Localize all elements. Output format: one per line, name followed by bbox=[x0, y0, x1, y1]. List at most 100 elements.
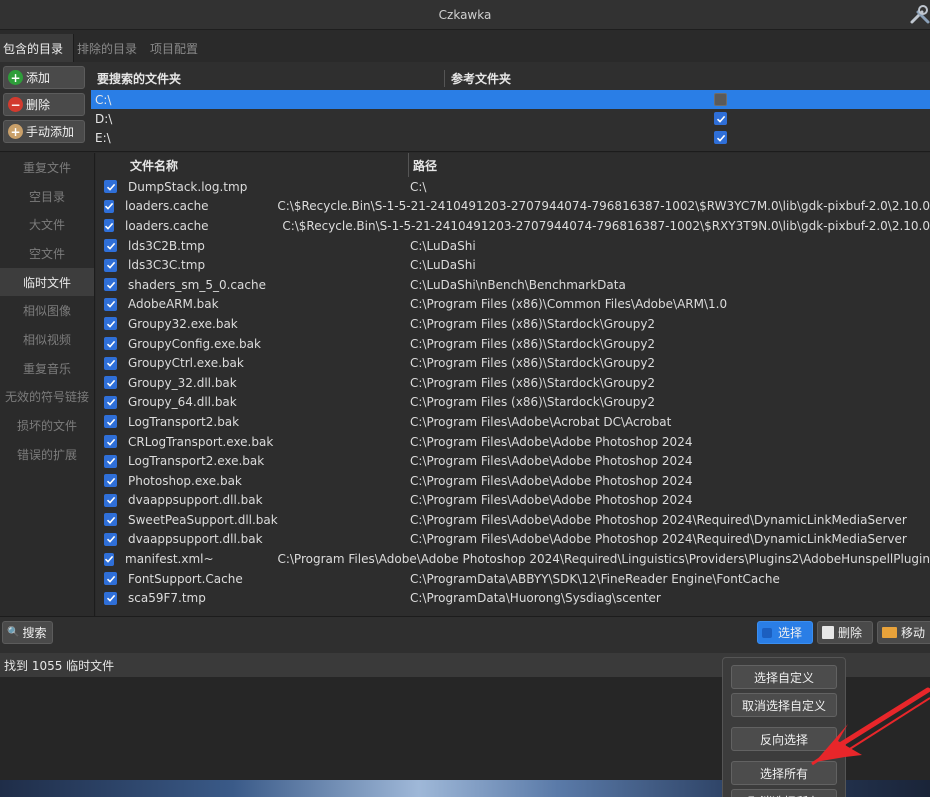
result-path: C:\Program Files\Adobe\Adobe Photoshop 2… bbox=[410, 473, 693, 488]
result-file-name: sca59F7.tmp bbox=[128, 591, 206, 606]
directory-buttons: + 添加 − 删除 + 手动添加 bbox=[3, 66, 85, 147]
result-checkbox[interactable] bbox=[104, 199, 114, 213]
tab-item-configuration[interactable]: 项目配置 bbox=[147, 34, 208, 62]
tab-included-directories[interactable]: 包含的目录 bbox=[0, 34, 75, 62]
result-row[interactable]: shaders_sm_5_0.cache C:\LuDaShi\nBench\Be… bbox=[96, 275, 930, 295]
result-path: C:\Program Files\Adobe\Adobe Photoshop 2… bbox=[410, 532, 907, 547]
directory-table-header: 要搜索的文件夹 参考文件夹 bbox=[91, 66, 930, 90]
result-file-name: lds3C2B.tmp bbox=[128, 238, 205, 253]
result-row[interactable]: lds3C3C.tmp C:\LuDaShi bbox=[96, 255, 930, 275]
result-checkbox[interactable] bbox=[104, 297, 117, 311]
result-row[interactable]: FontSupport.Cache C:\ProgramData\ABBYY\SD… bbox=[96, 569, 930, 589]
result-row[interactable]: manifest.xml~ C:\Program Files\Adobe\Adob… bbox=[96, 549, 930, 569]
result-checkbox[interactable] bbox=[104, 493, 117, 507]
result-checkbox[interactable] bbox=[104, 376, 117, 390]
result-row[interactable]: dvaappsupport.dll.bak C:\Program Files\Ad… bbox=[96, 491, 930, 511]
result-checkbox[interactable] bbox=[104, 356, 117, 370]
result-checkbox[interactable] bbox=[104, 415, 117, 429]
result-checkbox[interactable] bbox=[104, 278, 117, 292]
sidebar-item-invalid-symlinks[interactable]: 无效的符号链接 bbox=[0, 383, 94, 412]
result-file-name: GroupyCtrl.exe.bak bbox=[128, 356, 244, 371]
delete-button-label: 删除 bbox=[838, 626, 863, 640]
search-folder-column-header[interactable]: 要搜索的文件夹 bbox=[91, 69, 445, 87]
folder-icon bbox=[882, 627, 897, 638]
result-row[interactable]: Photoshop.exe.bak C:\Program Files\Adobe\… bbox=[96, 471, 930, 491]
sidebar-item-similar-videos[interactable]: 相似视频 bbox=[0, 325, 94, 354]
result-row[interactable]: Groupy_64.dll.bak C:\Program Files (x86)\… bbox=[96, 393, 930, 413]
move-button[interactable]: 移动 bbox=[877, 621, 930, 644]
sidebar-item-broken-files[interactable]: 损坏的文件 bbox=[0, 411, 94, 440]
result-checkbox[interactable] bbox=[104, 317, 117, 331]
path-column-header[interactable]: 路径 bbox=[409, 157, 437, 174]
unselect-custom-button[interactable]: 取消选择自定义 bbox=[731, 693, 837, 717]
result-file-name: Groupy_64.dll.bak bbox=[128, 395, 237, 410]
sidebar-item-empty-folders[interactable]: 空目录 bbox=[0, 182, 94, 211]
select-button[interactable]: 选择 bbox=[757, 621, 813, 644]
plus-icon: + bbox=[8, 124, 23, 139]
result-checkbox[interactable] bbox=[104, 513, 117, 527]
sidebar-item-bad-extensions[interactable]: 错误的扩展 bbox=[0, 440, 94, 469]
result-row[interactable]: GroupyCtrl.exe.bak C:\Program Files (x86)… bbox=[96, 353, 930, 373]
sidebar-item-temporary-files[interactable]: 临时文件 bbox=[0, 267, 94, 297]
result-row[interactable]: SweetPeaSupport.dll.bak C:\Program Files\… bbox=[96, 510, 930, 530]
remove-directory-button[interactable]: − 删除 bbox=[3, 93, 85, 116]
result-file-name: LogTransport2.bak bbox=[128, 414, 240, 429]
select-all-button[interactable]: 选择所有 bbox=[731, 761, 837, 785]
result-row[interactable]: loaders.cache C:\$Recycle.Bin\S-1-5-21-24… bbox=[96, 197, 930, 217]
tab-excluded-directories[interactable]: 排除的目录 bbox=[74, 34, 147, 62]
file-name-column-header[interactable]: 文件名称 bbox=[96, 153, 409, 177]
result-checkbox[interactable] bbox=[104, 572, 117, 586]
result-row[interactable]: LogTransport2.exe.bak C:\Program Files\Ad… bbox=[96, 451, 930, 471]
sidebar-item-duplicate-files[interactable]: 重复文件 bbox=[0, 153, 94, 182]
directory-row[interactable]: C:\ bbox=[91, 90, 930, 109]
results-table-header: 文件名称 路径 bbox=[96, 153, 930, 177]
result-path: C:\ bbox=[410, 179, 427, 194]
directory-table: 要搜索的文件夹 参考文件夹 C:\ D:\ E:\ bbox=[91, 66, 930, 147]
invert-selection-button[interactable]: 反向选择 bbox=[731, 727, 837, 751]
result-row[interactable]: CRLogTransport.exe.bak C:\Program Files\A… bbox=[96, 432, 930, 452]
result-file-name: loaders.cache bbox=[125, 218, 209, 233]
result-checkbox[interactable] bbox=[104, 219, 114, 233]
result-checkbox[interactable] bbox=[104, 395, 117, 409]
result-row[interactable]: LogTransport2.bak C:\Program Files\Adobe\… bbox=[96, 412, 930, 432]
result-path: C:\Program Files (x86)\Common Files\Adob… bbox=[410, 297, 728, 312]
result-checkbox[interactable] bbox=[104, 435, 117, 449]
result-checkbox[interactable] bbox=[104, 591, 117, 605]
result-row[interactable]: lds3C2B.tmp C:\LuDaShi bbox=[96, 236, 930, 256]
sidebar-item-empty-files[interactable]: 空文件 bbox=[0, 239, 94, 268]
reference-checkbox[interactable] bbox=[714, 131, 727, 144]
sidebar-item-similar-images[interactable]: 相似图像 bbox=[0, 296, 94, 325]
result-row[interactable]: dvaappsupport.dll.bak C:\Program Files\Ad… bbox=[96, 530, 930, 550]
result-checkbox[interactable] bbox=[104, 239, 117, 253]
reference-folder-column-header[interactable]: 参考文件夹 bbox=[445, 70, 511, 87]
result-row[interactable]: sca59F7.tmp C:\ProgramData\Huorong\Sysdia… bbox=[96, 588, 930, 608]
unselect-all-button[interactable]: 取消选择所有 bbox=[731, 789, 837, 797]
directory-row[interactable]: D:\ bbox=[91, 109, 930, 128]
result-checkbox[interactable] bbox=[104, 532, 117, 546]
result-row[interactable]: DumpStack.log.tmp C:\ bbox=[96, 177, 930, 197]
result-row[interactable]: loaders.cache C:\$Recycle.Bin\S-1-5-21-24… bbox=[96, 216, 930, 236]
reference-checkbox[interactable] bbox=[714, 112, 727, 125]
result-checkbox[interactable] bbox=[104, 337, 117, 351]
add-directory-button[interactable]: + 添加 bbox=[3, 66, 85, 89]
manual-add-directory-button[interactable]: + 手动添加 bbox=[3, 120, 85, 143]
delete-button[interactable]: 删除 bbox=[817, 621, 873, 644]
manual-add-label: 手动添加 bbox=[26, 125, 75, 139]
result-checkbox[interactable] bbox=[104, 454, 117, 468]
result-row[interactable]: Groupy_32.dll.bak C:\Program Files (x86)\… bbox=[96, 373, 930, 393]
result-checkbox[interactable] bbox=[104, 474, 117, 488]
result-file-name: Groupy32.exe.bak bbox=[128, 316, 238, 331]
search-button[interactable]: 🔍 搜索 bbox=[2, 621, 53, 644]
result-checkbox[interactable] bbox=[104, 552, 114, 566]
result-row[interactable]: GroupyConfig.exe.bak C:\Program Files (x8… bbox=[96, 334, 930, 354]
result-row[interactable]: AdobeARM.bak C:\Program Files (x86)\Commo… bbox=[96, 295, 930, 315]
result-row[interactable]: Groupy32.exe.bak C:\Program Files (x86)\S… bbox=[96, 314, 930, 334]
result-checkbox[interactable] bbox=[104, 258, 117, 272]
sidebar-item-big-files[interactable]: 大文件 bbox=[0, 210, 94, 239]
select-custom-button[interactable]: 选择自定义 bbox=[731, 665, 837, 689]
result-checkbox[interactable] bbox=[104, 180, 117, 194]
directory-row[interactable]: E:\ bbox=[91, 128, 930, 147]
reference-checkbox[interactable] bbox=[714, 93, 727, 106]
sidebar-item-duplicate-music[interactable]: 重复音乐 bbox=[0, 354, 94, 383]
settings-tools-icon[interactable] bbox=[908, 2, 930, 26]
